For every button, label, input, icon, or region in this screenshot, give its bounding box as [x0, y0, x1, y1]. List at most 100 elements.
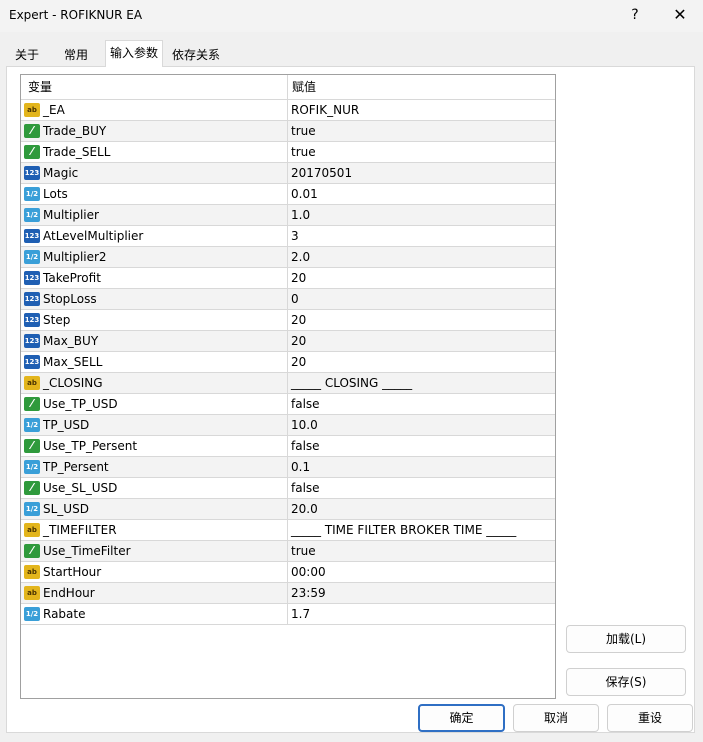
parameter-value[interactable]: 20170501 [291, 163, 352, 184]
parameter-value[interactable]: 1.0 [291, 205, 310, 226]
parameter-row[interactable]: 123 Max_BUY 20 [21, 331, 555, 352]
column-separator [287, 100, 288, 121]
parameter-row[interactable]: ⁄ Use_TP_USD false [21, 394, 555, 415]
parameter-row[interactable]: ab _TIMEFILTER _____ TIME FILTER BROKER TI… [21, 520, 555, 541]
tab-dependencies[interactable]: 依存关系 [168, 44, 224, 66]
parameter-value[interactable]: false [291, 436, 320, 457]
parameter-value[interactable]: false [291, 478, 320, 499]
parameter-value[interactable]: 20 [291, 331, 306, 352]
column-separator [287, 394, 288, 415]
bool-type-icon: ⁄ [24, 544, 40, 558]
parameter-row[interactable]: 1/2 Multiplier 1.0 [21, 205, 555, 226]
parameter-name: Trade_BUY [43, 124, 107, 138]
parameter-row[interactable]: ⁄ Use_SL_USD false [21, 478, 555, 499]
parameter-name: Trade_SELL [43, 145, 111, 159]
parameter-row[interactable]: ab _CLOSING _____ CLOSING _____ [21, 373, 555, 394]
parameter-value[interactable]: 0.01 [291, 184, 318, 205]
parameter-value[interactable]: 20 [291, 352, 306, 373]
parameter-value[interactable]: true [291, 121, 316, 142]
column-header-value[interactable]: 赋值 [292, 75, 316, 100]
parameter-value[interactable]: 20 [291, 268, 306, 289]
parameter-row[interactable]: 123 StopLoss 0 [21, 289, 555, 310]
parameter-name: TP_Persent [43, 460, 109, 474]
parameter-value[interactable]: 00:00 [291, 562, 326, 583]
save-button[interactable]: 保存(S) [566, 668, 686, 696]
parameter-value[interactable]: _____ CLOSING _____ [291, 373, 412, 394]
tab-common[interactable]: 常用 [60, 44, 92, 66]
parameter-name: Lots [43, 187, 68, 201]
parameter-value[interactable]: 20 [291, 310, 306, 331]
parameter-name: Use_SL_USD [43, 481, 118, 495]
column-separator [287, 310, 288, 331]
integer-type-icon: 123 [24, 229, 40, 243]
parameter-row[interactable]: 123 AtLevelMultiplier 3 [21, 226, 555, 247]
tab-inputs[interactable]: 输入参数 [105, 40, 164, 67]
integer-type-icon: 123 [24, 292, 40, 306]
parameter-row[interactable]: 1/2 Multiplier2 2.0 [21, 247, 555, 268]
parameter-name: Step [43, 313, 71, 327]
parameter-value[interactable]: 1.7 [291, 604, 310, 625]
parameter-row[interactable]: ab EndHour 23:59 [21, 583, 555, 604]
column-separator [287, 289, 288, 310]
close-button[interactable]: ✕ [667, 3, 693, 27]
bool-type-icon: ⁄ [24, 145, 40, 159]
parameter-value[interactable]: 0.1 [291, 457, 310, 478]
parameter-name: Magic [43, 166, 79, 180]
parameter-row[interactable]: 123 Magic 20170501 [21, 163, 555, 184]
reset-button[interactable]: 重设 [607, 704, 693, 732]
cancel-button[interactable]: 取消 [513, 704, 599, 732]
parameter-row[interactable]: 1/2 Rabate 1.7 [21, 604, 555, 625]
parameter-value[interactable]: false [291, 394, 320, 415]
parameter-value[interactable]: 20.0 [291, 499, 318, 520]
parameter-value[interactable]: 23:59 [291, 583, 326, 604]
column-separator [287, 352, 288, 373]
string-type-icon: ab [24, 586, 40, 600]
parameter-value[interactable]: 10.0 [291, 415, 318, 436]
parameter-row[interactable]: ⁄ Use_TimeFilter true [21, 541, 555, 562]
parameter-value[interactable]: 3 [291, 226, 299, 247]
parameter-row[interactable]: 1/2 SL_USD 20.0 [21, 499, 555, 520]
parameter-row[interactable]: ab StartHour 00:00 [21, 562, 555, 583]
parameter-value[interactable]: ROFIK_NUR [291, 100, 359, 121]
parameter-name: EndHour [43, 586, 95, 600]
column-separator [287, 604, 288, 625]
integer-type-icon: 123 [24, 271, 40, 285]
string-type-icon: ab [24, 376, 40, 390]
load-button[interactable]: 加载(L) [566, 625, 686, 653]
help-button[interactable]: ? [623, 3, 647, 27]
parameter-name: _EA [43, 103, 65, 117]
parameters-grid[interactable]: 变量 赋值 ab _EA ROFIK_NUR ⁄ Trade_BUY true ⁄ Trade… [20, 74, 556, 699]
bool-type-icon: ⁄ [24, 439, 40, 453]
title-bar: Expert - ROFIKNUR EA ? ✕ [0, 0, 703, 32]
parameter-row[interactable]: 123 TakeProfit 20 [21, 268, 555, 289]
parameter-row[interactable]: ⁄ Trade_BUY true [21, 121, 555, 142]
parameter-row[interactable]: 1/2 Lots 0.01 [21, 184, 555, 205]
double-type-icon: 1/2 [24, 460, 40, 474]
column-separator [287, 499, 288, 520]
column-separator [287, 415, 288, 436]
parameter-value[interactable]: 2.0 [291, 247, 310, 268]
parameter-row[interactable]: 1/2 TP_USD 10.0 [21, 415, 555, 436]
parameter-row[interactable]: 123 Max_SELL 20 [21, 352, 555, 373]
double-type-icon: 1/2 [24, 418, 40, 432]
bool-type-icon: ⁄ [24, 397, 40, 411]
column-separator [287, 268, 288, 289]
parameter-value[interactable]: true [291, 142, 316, 163]
column-separator [287, 163, 288, 184]
parameter-value[interactable]: true [291, 541, 316, 562]
parameter-value[interactable]: 0 [291, 289, 299, 310]
column-separator [287, 142, 288, 163]
tab-about[interactable]: 关于 [11, 44, 43, 66]
column-header-variable[interactable]: 变量 [28, 75, 52, 100]
parameter-row[interactable]: 123 Step 20 [21, 310, 555, 331]
parameter-row[interactable]: ⁄ Trade_SELL true [21, 142, 555, 163]
double-type-icon: 1/2 [24, 607, 40, 621]
parameter-row[interactable]: ab _EA ROFIK_NUR [21, 100, 555, 121]
parameter-row[interactable]: ⁄ Use_TP_Persent false [21, 436, 555, 457]
parameter-row[interactable]: 1/2 TP_Persent 0.1 [21, 457, 555, 478]
parameter-value[interactable]: _____ TIME FILTER BROKER TIME _____ [291, 520, 516, 541]
column-separator [287, 562, 288, 583]
ok-button[interactable]: 确定 [418, 704, 505, 732]
column-separator [287, 373, 288, 394]
parameter-name: AtLevelMultiplier [43, 229, 144, 243]
